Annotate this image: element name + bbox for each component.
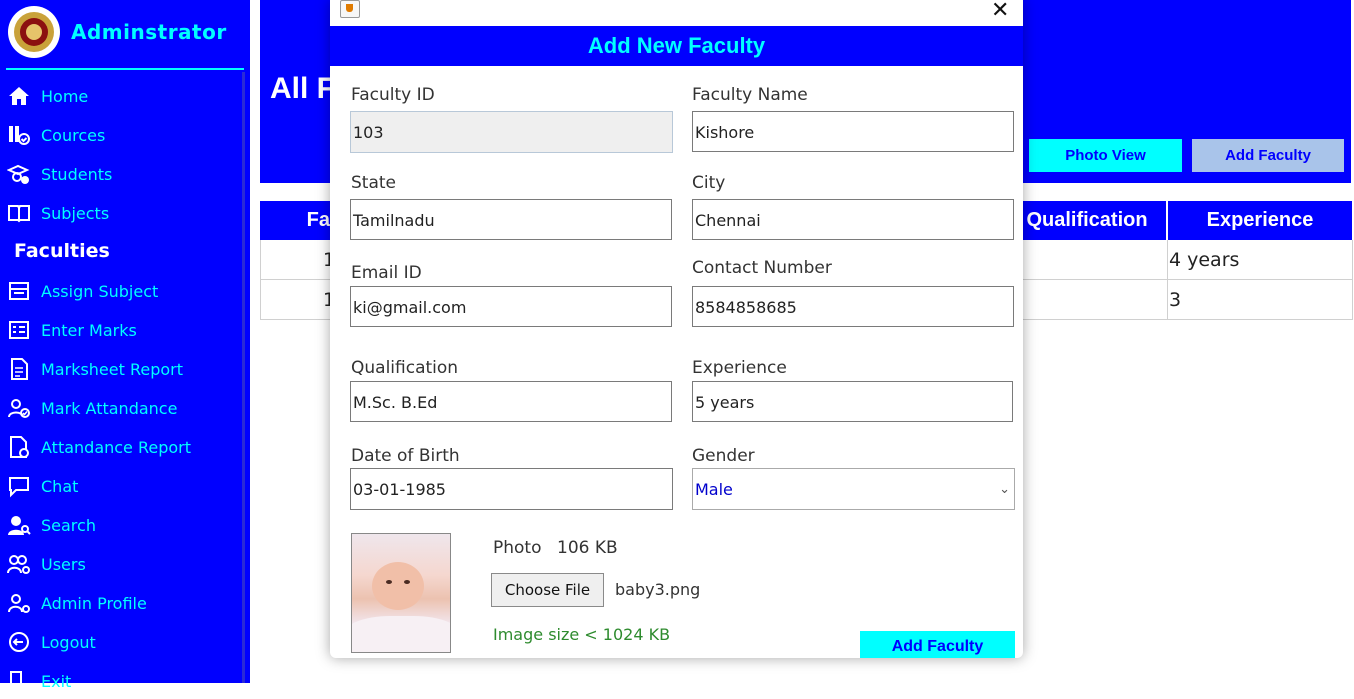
report-icon [6,356,32,382]
contact-field[interactable]: 8584858685 [692,286,1014,327]
sidebar-item-label: Mark Attandance [41,398,178,418]
sidebar-item-subjects[interactable]: Subjects [0,195,240,231]
logout-icon [6,629,32,655]
contact-label: Contact Number [692,258,832,278]
close-icon[interactable]: ✕ [991,0,1009,23]
sidebar-item-courses[interactable]: Cources [0,117,240,153]
attendance-report-icon [6,434,32,460]
state-label: State [351,173,396,193]
sidebar-item-label: Logout [41,632,96,652]
add-faculty-dialog: ✕ Add New Faculty Faculty ID 103 Faculty… [330,0,1023,658]
assign-icon [6,278,32,304]
sidebar-item-marksheet-report[interactable]: Marksheet Report [0,351,240,387]
sidebar-item-faculties[interactable]: Faculties [0,233,240,269]
experience-field[interactable]: 5 years [692,381,1013,422]
sidebar-item-students[interactable]: Students [0,156,240,192]
sidebar-item-label: Cources [41,125,106,145]
sidebar-item-label: Home [41,86,89,106]
sidebar-item-label: Assign Subject [41,281,159,301]
sidebar-item-label: Users [41,554,86,574]
sidebar-item-mark-attendance[interactable]: Mark Attandance [0,390,240,426]
sidebar-item-users[interactable]: Users [0,546,240,582]
sidebar-brand: Adminstrator [8,6,227,58]
dob-value: 03-01-1985 [353,480,446,499]
city-label: City [692,173,726,193]
sidebar-item-search[interactable]: Search [0,507,240,543]
sidebar-item-label: Admin Profile [41,593,147,613]
sidebar-item-admin-profile[interactable]: Admin Profile [0,585,240,621]
chat-icon [6,473,32,499]
admin-profile-icon [6,590,32,616]
sidebar-item-label: Students [41,164,113,184]
sidebar-item-label: Enter Marks [41,320,137,340]
gender-value: Male [695,480,733,499]
photo-label: Photo [493,538,542,558]
faculty-id-field[interactable]: 103 [350,111,673,153]
column-header-qualification[interactable]: Qualification [1008,201,1166,240]
add-faculty-button[interactable]: Add Faculty [1192,139,1344,172]
sidebar-item-label: Attandance Report [41,437,192,457]
dialog-title: Add New Faculty [330,26,1023,66]
sidebar-item-attendance-report[interactable]: Attandance Report [0,429,240,465]
sidebar: Adminstrator Home Cources Students Subje… [0,0,250,691]
sidebar-item-label: Subjects [41,203,110,223]
sidebar-item-chat[interactable]: Chat [0,468,240,504]
sidebar-item-assign-subject[interactable]: Assign Subject [0,273,240,309]
sidebar-item-exit[interactable]: Exit [0,663,240,699]
java-app-icon [340,0,360,18]
photo-view-button[interactable]: Photo View [1029,139,1182,172]
state-field[interactable]: Tamilnadu [350,199,672,240]
gender-label: Gender [692,446,755,466]
marks-icon [6,317,32,343]
sidebar-item-label: Exit [41,671,72,691]
sidebar-scrollbar[interactable] [242,72,245,683]
qualification-label: Qualification [351,358,459,378]
column-header-experience[interactable]: Experience [1168,201,1352,240]
sidebar-item-label: Search [41,515,96,535]
exit-icon [6,668,32,694]
faculty-id-label: Faculty ID [351,85,435,105]
page-title: All F [270,72,335,105]
dob-label: Date of Birth [351,446,460,466]
courses-icon [6,122,32,148]
search-icon [6,512,32,538]
sidebar-item-label: Marksheet Report [41,359,184,379]
experience-label: Experience [692,358,787,378]
photo-size: 106 KB [557,538,618,558]
gender-select[interactable]: Male ⌄ [692,468,1015,510]
sidebar-divider [6,68,244,70]
chevron-down-icon: ⌄ [999,482,1010,497]
sidebar-item-home[interactable]: Home [0,78,240,114]
image-size-hint: Image size < 1024 KB [493,625,671,644]
users-icon [6,551,32,577]
dialog-titlebar[interactable]: ✕ [330,0,1023,26]
qualification-field[interactable]: M.Sc. B.Ed [350,381,672,422]
sidebar-item-label: Faculties [14,240,110,262]
city-field[interactable]: Chennai [692,199,1014,240]
faculty-photo-preview [351,533,451,653]
email-field[interactable]: ki@gmail.com [350,286,672,327]
cell-experience: 4 years [1169,249,1240,271]
sidebar-item-enter-marks[interactable]: Enter Marks [0,312,240,348]
faculty-name-field[interactable]: Kishore [692,111,1014,152]
sidebar-item-label: Chat [41,476,79,496]
home-icon [6,83,32,109]
choose-file-button[interactable]: Choose File [491,573,604,607]
institute-logo [8,6,60,58]
sidebar-title: Adminstrator [71,20,227,44]
cell-experience: 3 [1169,289,1182,311]
sidebar-item-logout[interactable]: Logout [0,624,240,660]
students-icon [6,161,32,187]
dob-spinner[interactable]: 03-01-1985 ▲ ▼ [350,468,673,510]
attendance-icon [6,395,32,421]
book-icon [6,200,32,226]
faculty-name-label: Faculty Name [692,85,808,105]
selected-file-name: baby3.png [615,580,701,599]
add-faculty-submit-button[interactable]: Add Faculty [860,631,1015,658]
email-label: Email ID [351,263,422,283]
